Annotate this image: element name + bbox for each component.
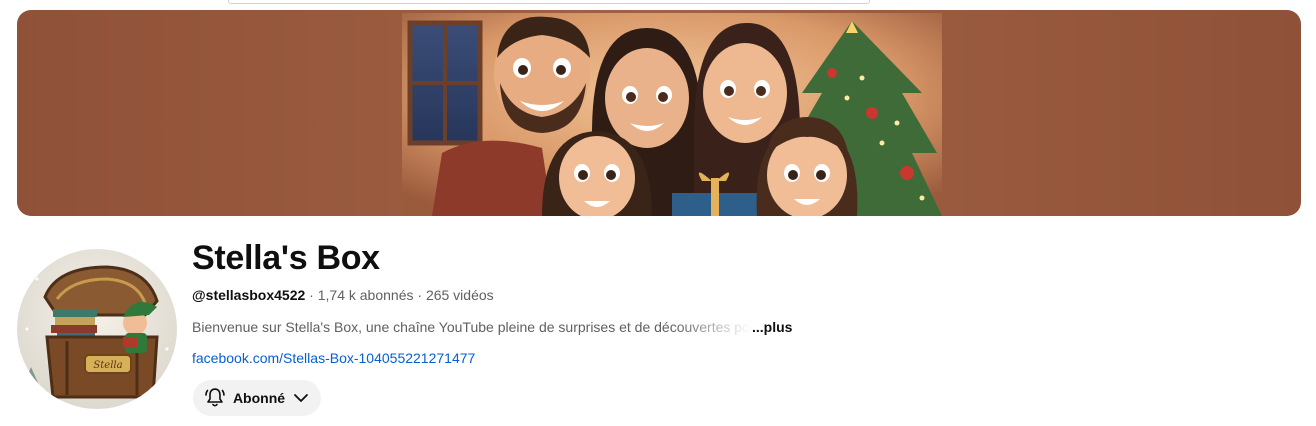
channel-name: Stella's Box	[192, 239, 380, 277]
channel-meta: @stellasbox4522 · 1,74 k abonnés · 265 v…	[192, 286, 494, 304]
more-button[interactable]: ...plus	[752, 319, 792, 335]
treasure-chest-logo: Stella	[17, 249, 177, 409]
bell-icon	[205, 388, 225, 407]
subscriber-count: 1,74 k abonnés	[317, 287, 414, 303]
subscribed-button[interactable]: Abonné	[193, 380, 321, 416]
video-count: 265 vidéos	[425, 287, 494, 303]
meta-separator: ·	[413, 287, 426, 303]
channel-description: Bienvenue sur Stella's Box, une chaîne Y…	[192, 319, 752, 335]
subscribed-label: Abonné	[232, 390, 286, 406]
search-bar-edge[interactable]	[228, 0, 870, 4]
channel-avatar[interactable]: Stella	[17, 249, 177, 409]
channel-handle: @stellasbox4522	[192, 287, 306, 303]
chevron-down-icon	[294, 394, 308, 402]
facebook-link[interactable]: facebook.com/Stellas-Box-104055221271477	[192, 349, 475, 367]
chest-plaque-text: Stella	[93, 360, 122, 371]
banner-illustration	[402, 13, 942, 216]
channel-banner	[17, 10, 1301, 216]
meta-separator: ·	[305, 287, 318, 303]
channel-description-row[interactable]: Bienvenue sur Stella's Box, une chaîne Y…	[192, 318, 812, 336]
